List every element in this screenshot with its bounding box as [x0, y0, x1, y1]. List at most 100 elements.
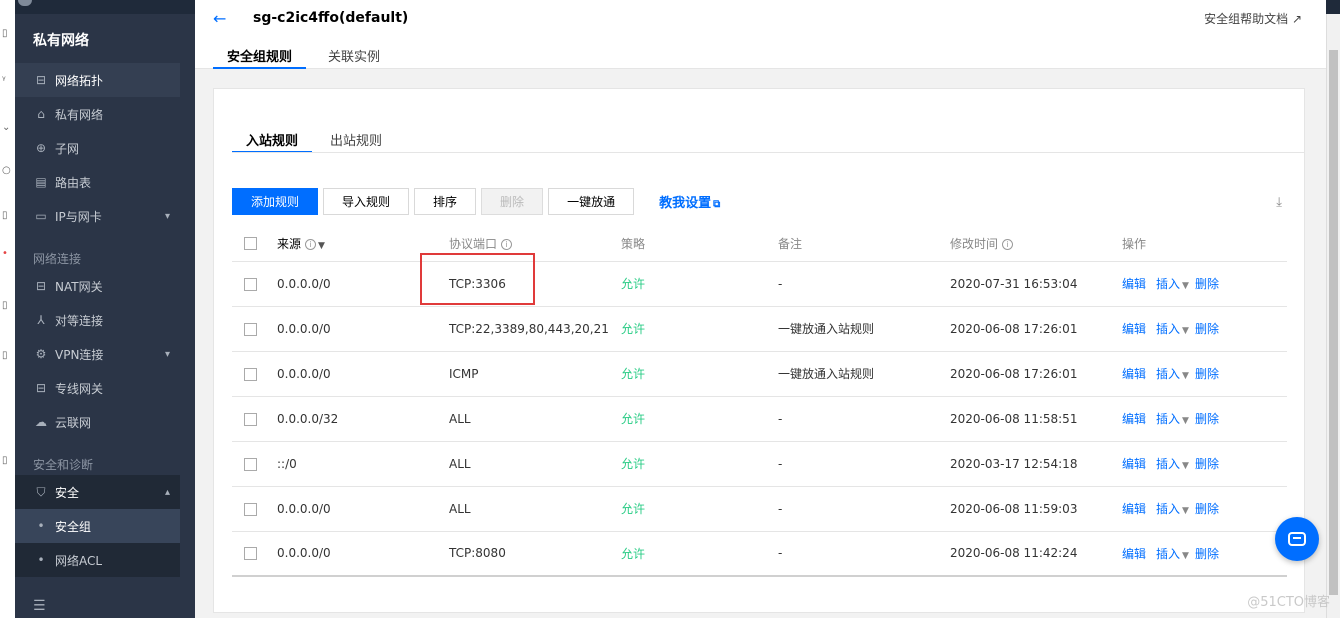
row-select-cell — [232, 486, 265, 532]
delete-link[interactable]: 删除 — [1195, 502, 1219, 516]
row-checkbox[interactable] — [244, 457, 257, 471]
filter-icon[interactable]: ▼ — [318, 241, 325, 251]
sidebar-item-topology[interactable]: ⊟ 网络拓扑 — [15, 63, 180, 97]
sidebar-item-route-table[interactable]: ▤ 路由表 — [15, 165, 180, 199]
caret-down-icon[interactable]: ▼ — [1182, 506, 1189, 516]
rules-card: 入站规则 出站规则 添加规则 导入规则 排序 删除 一键放通 教我设置 ⧉ ⤓ 来… — [213, 88, 1305, 613]
edit-link[interactable]: 编辑 — [1122, 367, 1146, 381]
insert-link[interactable]: 插入 — [1156, 322, 1180, 336]
download-icon[interactable]: ⤓ — [1276, 195, 1282, 210]
caret-down-icon[interactable]: ▼ — [1182, 416, 1189, 426]
sidebar-item-subnet[interactable]: ⊕ 子网 — [15, 131, 180, 165]
cell-modified: 2020-06-08 11:59:03 — [938, 486, 1110, 532]
cell-policy: 允许 — [609, 441, 766, 487]
tab-instances[interactable]: 关联实例 — [314, 42, 394, 69]
caret-down-icon[interactable]: ▼ — [1182, 551, 1189, 561]
scrollbar-thumb[interactable] — [1329, 50, 1338, 595]
sort-button[interactable]: 排序 — [414, 188, 477, 215]
cloud-logo-icon[interactable] — [18, 0, 32, 6]
sidebar-title: 私有网络 — [33, 33, 89, 49]
sidebar-item-ip-nic[interactable]: ▭ IP与网卡 ▾ — [15, 199, 180, 233]
row-checkbox[interactable] — [244, 277, 257, 291]
delete-link[interactable]: 删除 — [1195, 412, 1219, 426]
sidebar-item-security[interactable]: ⛉ 安全 ▴ — [15, 475, 180, 509]
info-icon[interactable]: i — [501, 238, 513, 250]
table-row[interactable]: 0.0.0.0/0 TCP:22,3389,80,443,20,21 允许 一键放通入… — [232, 306, 1287, 352]
sidebar-item-dc-gateway[interactable]: ⊟ 专线网关 — [15, 371, 180, 405]
table-row[interactable]: 0.0.0.0/0 ICMP 允许 一键放通入站规则 2020-06-08 17:26:… — [232, 351, 1287, 397]
insert-link[interactable]: 插入 — [1156, 277, 1180, 291]
sidebar-item-label: NAT网关 — [55, 279, 103, 294]
sidebar-item-label: 网络拓扑 — [55, 73, 104, 88]
delete-link[interactable]: 删除 — [1195, 322, 1219, 336]
sidebar-item-ccn[interactable]: ☁ 云联网 — [15, 405, 180, 439]
row-checkbox[interactable] — [244, 502, 257, 516]
page-scrollbar[interactable] — [1326, 14, 1340, 618]
edit-link[interactable]: 编辑 — [1122, 412, 1146, 426]
delete-button[interactable]: 删除 — [481, 188, 544, 215]
arrow-left-icon[interactable]: ← — [213, 9, 226, 28]
route-table-icon: ▤ — [35, 175, 47, 189]
info-icon[interactable]: i — [305, 238, 317, 250]
topology-icon: ⊟ — [35, 73, 47, 87]
sidebar-item-peering[interactable]: ⅄ 对等连接 — [15, 303, 180, 337]
cell-protocol: ALL — [437, 441, 609, 487]
row-checkbox[interactable] — [244, 412, 257, 426]
help-doc-link[interactable]: 安全组帮助文档 ↗ — [1204, 10, 1302, 27]
cell-note: - — [766, 261, 938, 307]
teach-me-link[interactable]: 教我设置 ⧉ — [659, 192, 720, 211]
edit-link[interactable]: 编辑 — [1122, 277, 1146, 291]
sidebar-item-vpc[interactable]: ⌂ 私有网络 — [15, 97, 180, 131]
delete-link[interactable]: 删除 — [1195, 367, 1219, 381]
sidebar-item-vpn[interactable]: ⚙ VPN连接 ▾ — [15, 337, 180, 371]
row-select-cell — [232, 351, 265, 397]
ccn-icon: ☁ — [35, 415, 47, 429]
select-all-cell — [232, 226, 265, 262]
table-row[interactable]: ::/0 ALL 允许 -2020-03-17 12:54:18 编辑 插入 ▼ 删除 — [232, 441, 1287, 487]
delete-link[interactable]: 删除 — [1195, 277, 1219, 291]
insert-link[interactable]: 插入 — [1156, 457, 1180, 471]
caret-down-icon[interactable]: ▼ — [1182, 461, 1189, 471]
edit-link[interactable]: 编辑 — [1122, 457, 1146, 471]
caret-down-icon[interactable]: ▼ — [1182, 371, 1189, 381]
select-all-checkbox[interactable] — [244, 237, 257, 251]
edit-link[interactable]: 编辑 — [1122, 547, 1146, 561]
rules-toolbar: 添加规则 导入规则 排序 删除 一键放通 教我设置 ⧉ — [232, 188, 720, 215]
caret-down-icon[interactable]: ▼ — [1182, 326, 1189, 336]
tab-inbound[interactable]: 入站规则 — [232, 129, 313, 153]
delete-link[interactable]: 删除 — [1195, 457, 1219, 471]
import-rules-button[interactable]: 导入规则 — [323, 188, 410, 215]
nat-icon: ⊟ — [35, 279, 47, 293]
cell-policy: 允许 — [609, 396, 766, 442]
teach-me-label: 教我设置 — [659, 196, 712, 211]
table-row[interactable]: 0.0.0.0/0 ALL 允许 -2020-06-08 11:59:03 编辑 插入 ▼ 删… — [232, 486, 1287, 532]
insert-link[interactable]: 插入 — [1156, 412, 1180, 426]
allow-all-button[interactable]: 一键放通 — [548, 188, 635, 215]
col-note: 备注 — [766, 226, 938, 262]
chat-button[interactable] — [1275, 517, 1319, 561]
info-icon[interactable]: i — [1002, 238, 1014, 250]
row-checkbox[interactable] — [244, 547, 257, 561]
table-row[interactable]: 0.0.0.0/0 TCP:3306 允许 -2020-07-31 16:53:04 编… — [232, 261, 1287, 307]
external-link-icon: ⧉ — [713, 199, 721, 210]
row-checkbox[interactable] — [244, 322, 257, 336]
caret-down-icon[interactable]: ▼ — [1182, 281, 1189, 291]
collapse-menu-icon[interactable]: ☰ — [33, 598, 46, 614]
insert-link[interactable]: 插入 — [1156, 502, 1180, 516]
insert-link[interactable]: 插入 — [1156, 547, 1180, 561]
add-rule-button[interactable]: 添加规则 — [232, 188, 319, 215]
table-row[interactable]: 0.0.0.0/32 ALL 允许 -2020-06-08 11:58:51 编辑 插入 ▼… — [232, 396, 1287, 442]
sidebar-item-security-group[interactable]: • 安全组 — [15, 509, 180, 543]
sidebar-item-nat[interactable]: ⊟ NAT网关 — [15, 269, 180, 303]
edit-link[interactable]: 编辑 — [1122, 322, 1146, 336]
tab-outbound[interactable]: 出站规则 — [316, 129, 396, 153]
insert-link[interactable]: 插入 — [1156, 367, 1180, 381]
cell-source: 0.0.0.0/0 — [265, 486, 437, 532]
delete-link[interactable]: 删除 — [1195, 547, 1219, 561]
watermark: @51CTO博客 — [1247, 595, 1330, 610]
table-row[interactable]: 0.0.0.0/0 TCP:8080 允许 -2020-06-08 11:42:24 编… — [232, 531, 1287, 577]
sidebar-item-network-acl[interactable]: • 网络ACL — [15, 543, 180, 577]
edit-link[interactable]: 编辑 — [1122, 502, 1146, 516]
row-checkbox[interactable] — [244, 367, 257, 381]
tab-rules[interactable]: 安全组规则 — [213, 42, 307, 69]
